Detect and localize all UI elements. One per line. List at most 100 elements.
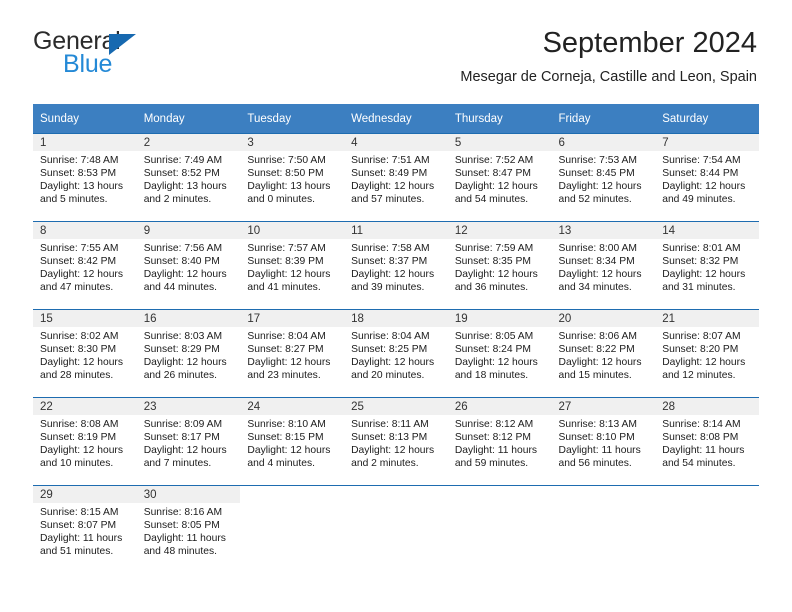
calendar-page: General Blue September 2024 Mesegar de C… — [0, 0, 792, 612]
sunrise-time: Sunrise: 7:54 AM — [662, 155, 741, 166]
daylight-duration-line2: and 4 minutes. — [247, 458, 315, 470]
day-number: 20 — [551, 310, 656, 327]
calendar-empty-cell — [655, 486, 759, 573]
calendar-day-cell[interactable]: 7 Sunrise: 7:54 AM Sunset: 8:44 PM Daylight… — [655, 134, 759, 221]
daylight-duration-line1: Daylight: 12 hours — [662, 269, 746, 281]
calendar-day-cell[interactable]: 11 Sunrise: 7:58 AM Sunset: 8:37 PM Dayligh… — [344, 222, 448, 309]
sunrise-time: Sunrise: 7:52 AM — [454, 155, 534, 166]
weekday-header-sunday: Sunday — [33, 104, 137, 134]
calendar-day-cell[interactable]: 25 Sunrise: 8:11 AM Sunset: 8:13 PM Dayligh… — [344, 398, 448, 485]
weekday-header-friday: Friday — [551, 104, 656, 134]
calendar-day-cell[interactable]: 3 Sunrise: 7:50 AM Sunset: 8:50 PM Daylight… — [240, 134, 345, 221]
calendar-day-cell[interactable]: 22 Sunrise: 8:08 AM Sunset: 8:19 PM Dayligh… — [33, 398, 137, 485]
calendar-day-cell[interactable]: 9 Sunrise: 7:56 AM Sunset: 8:40 PM Daylight… — [136, 222, 241, 309]
calendar-day-cell[interactable]: 5 Sunrise: 7:52 AM Sunset: 8:47 PM Daylight… — [447, 134, 552, 221]
calendar-day-cell[interactable]: 10 Sunrise: 7:57 AM Sunset: 8:39 PM Dayligh… — [240, 222, 345, 309]
sunset-time: Sunset: 8:50 PM — [247, 168, 324, 180]
sunrise-time: Sunrise: 8:04 AM — [247, 331, 326, 342]
day-details: Sunrise: 8:16 AM Sunset: 8:05 PM Daylight:… — [137, 503, 241, 558]
day-number: 18 — [344, 310, 448, 327]
sunrise-time: Sunrise: 8:13 AM — [558, 419, 637, 430]
day-number: 21 — [655, 310, 759, 327]
daylight-duration-line2: and 47 minutes. — [40, 282, 114, 294]
day-details: Sunrise: 7:55 AM Sunset: 8:42 PM Daylight:… — [33, 239, 137, 294]
page-subtitle: Mesegar de Corneja, Castille and Leon, S… — [460, 69, 757, 85]
calendar-day-cell[interactable]: 30 Sunrise: 8:16 AM Sunset: 8:05 PM Dayligh… — [136, 486, 241, 573]
day-details: Sunrise: 7:56 AM Sunset: 8:40 PM Daylight:… — [137, 239, 241, 294]
day-number: 16 — [136, 310, 241, 327]
day-details: Sunrise: 7:57 AM Sunset: 8:39 PM Daylight:… — [240, 239, 344, 294]
title-block: September 2024 Mesegar de Corneja, Casti… — [460, 26, 757, 86]
sunrise-time: Sunrise: 7:58 AM — [351, 243, 430, 254]
daylight-duration-line1: Daylight: 13 hours — [247, 181, 331, 193]
sunset-time: Sunset: 8:12 PM — [454, 432, 531, 444]
daylight-duration-line2: and 49 minutes. — [662, 194, 736, 206]
day-number: 17 — [240, 310, 345, 327]
day-details: Sunrise: 8:15 AM Sunset: 8:07 PM Daylight:… — [33, 503, 137, 558]
calendar-empty-cell — [240, 486, 345, 573]
calendar-day-cell[interactable]: 21 Sunrise: 8:07 AM Sunset: 8:20 PM Dayligh… — [655, 310, 759, 397]
sunrise-time: Sunrise: 8:00 AM — [558, 243, 637, 254]
daylight-duration-line2: and 18 minutes. — [454, 370, 529, 382]
day-number: 13 — [551, 222, 656, 239]
day-number: 14 — [655, 222, 759, 239]
logo[interactable]: General Blue — [33, 27, 263, 79]
calendar-day-cell[interactable]: 20 Sunrise: 8:06 AM Sunset: 8:22 PM Dayligh… — [551, 310, 656, 397]
calendar-day-cell[interactable]: 29 Sunrise: 8:15 AM Sunset: 8:07 PM Dayligh… — [33, 486, 137, 573]
sunset-time: Sunset: 8:44 PM — [662, 168, 739, 180]
day-number — [344, 486, 448, 503]
day-details: Sunrise: 7:49 AM Sunset: 8:52 PM Daylight:… — [137, 151, 241, 206]
calendar-day-cell[interactable]: 12 Sunrise: 7:59 AM Sunset: 8:35 PM Dayligh… — [447, 222, 552, 309]
calendar-day-cell[interactable]: 24 Sunrise: 8:10 AM Sunset: 8:15 PM Dayligh… — [240, 398, 345, 485]
daylight-duration-line2: and 10 minutes. — [40, 458, 114, 470]
calendar-day-cell[interactable]: 15 Sunrise: 8:02 AM Sunset: 8:30 PM Dayligh… — [33, 310, 137, 397]
calendar-day-cell[interactable]: 26 Sunrise: 8:12 AM Sunset: 8:12 PM Dayligh… — [447, 398, 552, 485]
calendar-day-cell[interactable]: 28 Sunrise: 8:14 AM Sunset: 8:08 PM Dayligh… — [655, 398, 759, 485]
calendar-day-cell[interactable]: 27 Sunrise: 8:13 AM Sunset: 8:10 PM Dayligh… — [551, 398, 656, 485]
sunrise-time: Sunrise: 8:02 AM — [40, 331, 119, 342]
day-details: Sunrise: 7:52 AM Sunset: 8:47 PM Daylight:… — [448, 151, 552, 206]
calendar-empty-cell — [344, 486, 448, 573]
calendar-day-cell[interactable]: 23 Sunrise: 8:09 AM Sunset: 8:17 PM Dayligh… — [136, 398, 241, 485]
daylight-duration-line2: and 0 minutes. — [247, 194, 315, 206]
day-details: Sunrise: 7:51 AM Sunset: 8:49 PM Daylight:… — [344, 151, 448, 206]
day-details: Sunrise: 8:05 AM Sunset: 8:24 PM Daylight:… — [448, 327, 552, 382]
weekday-header-tuesday: Tuesday — [240, 104, 345, 134]
sunset-time: Sunset: 8:47 PM — [454, 168, 531, 180]
daylight-duration-line2: and 54 minutes. — [662, 458, 736, 470]
calendar-day-cell[interactable]: 1 Sunrise: 7:48 AM Sunset: 8:53 PM Daylight… — [33, 134, 137, 221]
daylight-duration-line1: Daylight: 12 hours — [40, 445, 123, 457]
daylight-duration-line2: and 5 minutes. — [40, 194, 108, 206]
daylight-duration-line2: and 28 minutes. — [40, 370, 114, 382]
daylight-duration-line2: and 12 minutes. — [662, 370, 736, 382]
daylight-duration-line1: Daylight: 12 hours — [454, 357, 538, 369]
daylight-duration-line2: and 2 minutes. — [351, 458, 419, 470]
sunrise-time: Sunrise: 8:05 AM — [454, 331, 534, 342]
calendar-day-cell[interactable]: 14 Sunrise: 8:01 AM Sunset: 8:32 PM Dayligh… — [655, 222, 759, 309]
sunset-time: Sunset: 8:39 PM — [247, 256, 324, 268]
calendar-day-cell[interactable]: 17 Sunrise: 8:04 AM Sunset: 8:27 PM Dayligh… — [240, 310, 345, 397]
sunrise-time: Sunrise: 7:50 AM — [247, 155, 326, 166]
calendar-empty-cell — [447, 486, 552, 573]
calendar-day-cell[interactable]: 6 Sunrise: 7:53 AM Sunset: 8:45 PM Daylight… — [551, 134, 656, 221]
calendar-day-cell[interactable]: 18 Sunrise: 8:04 AM Sunset: 8:25 PM Dayligh… — [344, 310, 448, 397]
day-number: 7 — [655, 134, 759, 151]
calendar-day-cell[interactable]: 4 Sunrise: 7:51 AM Sunset: 8:49 PM Daylight… — [344, 134, 448, 221]
calendar-day-cell[interactable]: 19 Sunrise: 8:05 AM Sunset: 8:24 PM Dayligh… — [447, 310, 552, 397]
sunrise-time: Sunrise: 7:56 AM — [143, 243, 223, 254]
daylight-duration-line1: Daylight: 12 hours — [558, 181, 642, 193]
sunset-time: Sunset: 8:32 PM — [662, 256, 739, 268]
day-details: Sunrise: 7:54 AM Sunset: 8:44 PM Daylight:… — [655, 151, 759, 206]
daylight-duration-line2: and 34 minutes. — [558, 282, 632, 294]
daylight-duration-line2: and 36 minutes. — [454, 282, 529, 294]
calendar-day-cell[interactable]: 8 Sunrise: 7:55 AM Sunset: 8:42 PM Daylight… — [33, 222, 137, 309]
calendar-day-cell[interactable]: 2 Sunrise: 7:49 AM Sunset: 8:52 PM Daylight… — [136, 134, 241, 221]
calendar-week-row: 15 Sunrise: 8:02 AM Sunset: 8:30 PM Dayligh… — [33, 309, 759, 398]
day-number — [447, 486, 552, 503]
calendar-day-cell[interactable]: 13 Sunrise: 8:00 AM Sunset: 8:34 PM Dayligh… — [551, 222, 656, 309]
daylight-duration-line1: Daylight: 12 hours — [143, 445, 227, 457]
day-details: Sunrise: 8:14 AM Sunset: 8:08 PM Daylight:… — [655, 415, 759, 470]
page-title: September 2024 — [542, 27, 757, 59]
day-details: Sunrise: 7:50 AM Sunset: 8:50 PM Daylight:… — [240, 151, 344, 206]
calendar-day-cell[interactable]: 16 Sunrise: 8:03 AM Sunset: 8:29 PM Dayligh… — [136, 310, 241, 397]
